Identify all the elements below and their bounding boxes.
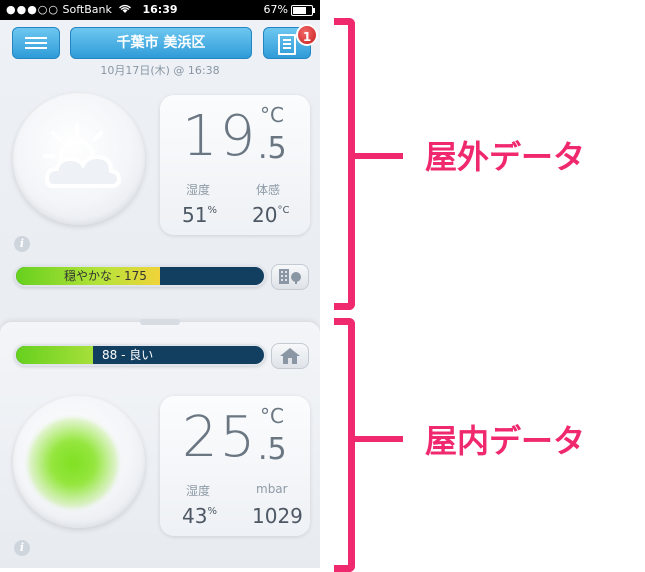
air-quality-gauge: 88 - 良い xyxy=(14,344,266,366)
update-date: 10月17日(木) @ 16:38 xyxy=(100,64,220,77)
outdoor-bracket-stub xyxy=(355,153,403,159)
outdoor-mode-button[interactable] xyxy=(271,264,309,290)
hamburger-icon xyxy=(25,37,47,39)
indoor-temp-int: 25 xyxy=(182,405,258,470)
outdoor-humidity-value: 51% xyxy=(182,203,217,227)
document-icon xyxy=(278,34,296,55)
outdoor-temp-decimal: .5 xyxy=(258,131,287,166)
outdoor-info-icon[interactable]: i xyxy=(14,236,30,252)
indoor-bracket xyxy=(334,318,355,572)
outdoor-data-panel: 19 °C .5 湿度 体感 51% 20°C xyxy=(160,95,310,235)
building-tree-icon xyxy=(279,269,301,284)
indoor-humidity-value: 43% xyxy=(182,504,217,528)
indoor-info-icon[interactable]: i xyxy=(14,540,30,556)
indoor-pressure-value: 1029 xyxy=(252,504,303,528)
indoor-mode-button[interactable] xyxy=(271,343,309,369)
outdoor-feels-label: 体感 xyxy=(256,183,281,197)
partly-cloudy-icon xyxy=(43,123,122,188)
outdoor-temp-int: 19 xyxy=(182,104,258,169)
section-drag-handle[interactable] xyxy=(140,319,180,325)
indoor-temp-decimal: .5 xyxy=(258,432,287,467)
phone-screen: ●●●○○ SoftBank 16:39 67% 千葉市 美浜区 1 10月17… xyxy=(0,0,320,568)
indoor-temp-unit: °C xyxy=(260,404,284,428)
indoor-pressure-label: mbar xyxy=(256,482,288,496)
indoor-bracket-stub xyxy=(355,436,403,442)
outdoor-temp-unit: °C xyxy=(260,103,284,127)
comfort-glow-indicator xyxy=(28,418,118,508)
location-button[interactable]: 千葉市 美浜区 xyxy=(70,27,252,59)
battery-percent: 67% xyxy=(263,3,288,16)
indoor-data-panel: 25 °C .5 湿度 mbar 43% 1029 xyxy=(160,396,310,536)
outdoor-humidity-label: 湿度 xyxy=(186,183,211,197)
outdoor-bracket xyxy=(334,18,355,310)
noise-gauge: 穏やかな - 175 xyxy=(14,265,266,287)
air-quality-label: 88 - 良い xyxy=(102,348,154,362)
outdoor-weather-dial[interactable] xyxy=(13,93,145,225)
noise-gauge-label: 穏やかな - 175 xyxy=(64,269,147,283)
indoor-humidity-label: 湿度 xyxy=(186,484,211,498)
status-bar: ●●●○○ SoftBank 16:39 67% xyxy=(0,0,320,20)
indoor-annotation: 屋内データ xyxy=(425,422,586,460)
battery-icon xyxy=(291,5,315,16)
menu-button[interactable] xyxy=(12,27,60,59)
outdoor-feels-value: 20°C xyxy=(252,203,290,227)
notification-badge: 1 xyxy=(296,24,318,46)
outdoor-annotation: 屋外データ xyxy=(425,138,586,176)
home-icon xyxy=(280,348,300,364)
air-quality-gauge-fill xyxy=(16,346,93,364)
